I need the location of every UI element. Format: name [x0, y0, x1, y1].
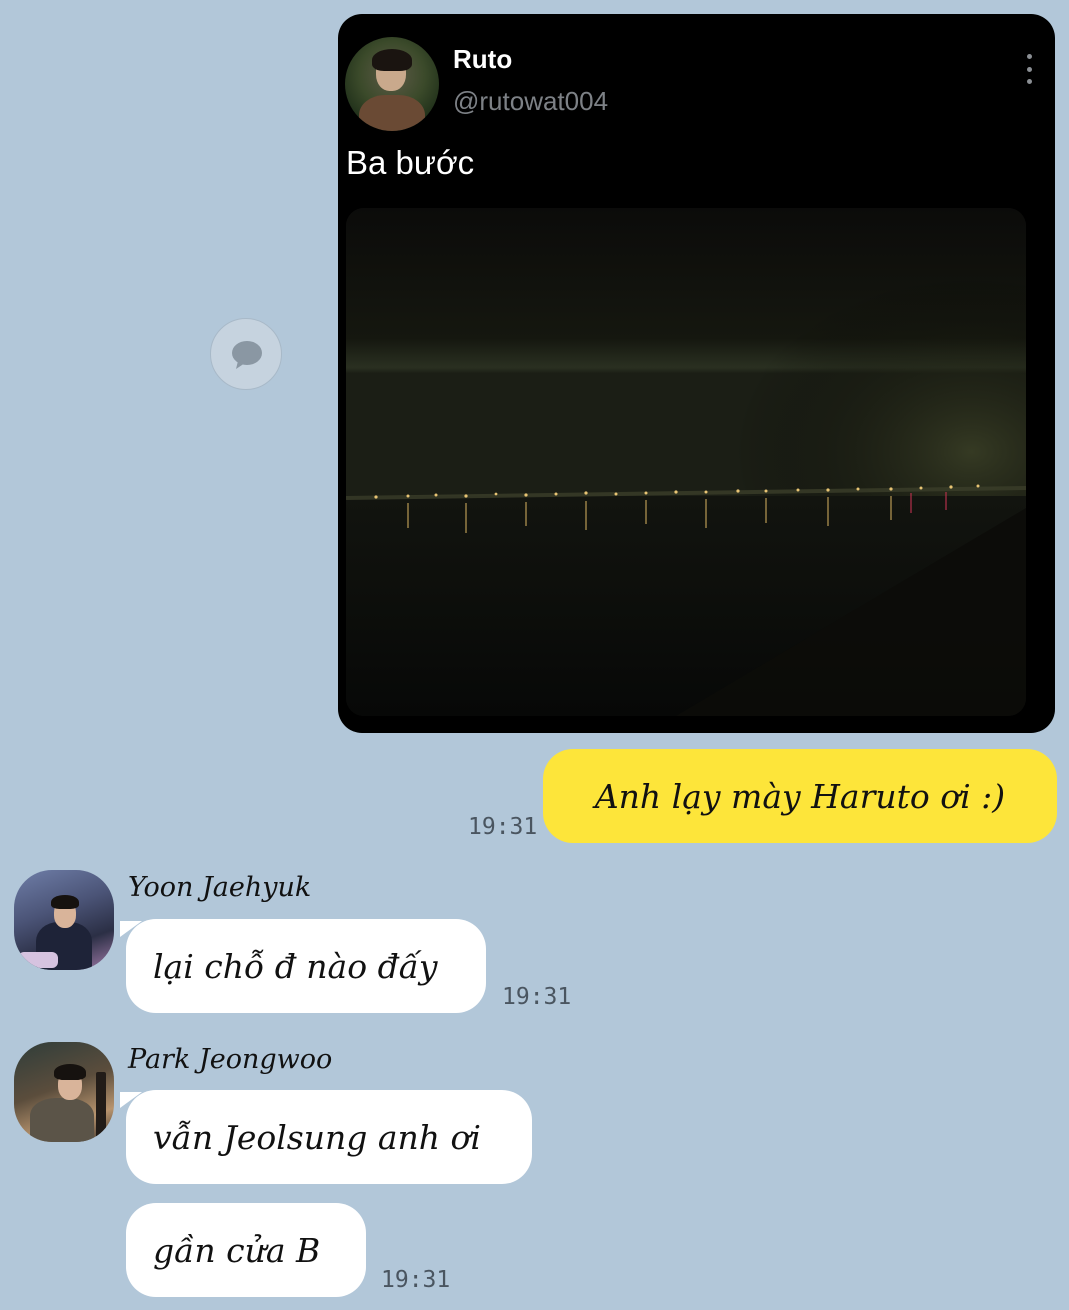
- sender-name: Yoon Jaehyuk: [128, 872, 312, 903]
- avatar[interactable]: [14, 1042, 114, 1142]
- more-vertical-icon[interactable]: [1021, 54, 1037, 84]
- message-time: 19:31: [468, 814, 538, 840]
- share-button[interactable]: [210, 318, 282, 390]
- speech-bubble-icon: [232, 341, 262, 369]
- tweet-author-handle[interactable]: @rutowat004: [453, 86, 608, 117]
- outgoing-message-bubble[interactable]: Anh lạy mày Haruto ơi :): [543, 749, 1057, 843]
- tweet-author-avatar[interactable]: [345, 37, 439, 131]
- bubble-tail: [120, 1092, 142, 1108]
- message-time: 19:31: [381, 1267, 451, 1293]
- message-text: vẫn Jeolsung anh ơi: [153, 1117, 481, 1157]
- message-time: 19:31: [502, 984, 572, 1010]
- sender-name: Park Jeongwoo: [128, 1044, 333, 1075]
- message-text: gần cửa B: [153, 1230, 321, 1270]
- tweet-author-name[interactable]: Ruto: [453, 44, 512, 75]
- avatar[interactable]: [14, 870, 114, 970]
- night-river-scene: [346, 208, 1026, 716]
- incoming-message-bubble[interactable]: gần cửa B: [126, 1203, 366, 1297]
- incoming-message-bubble[interactable]: lại chỗ đ nào đấy: [126, 919, 486, 1013]
- message-text: Anh lạy mày Haruto ơi :): [594, 776, 1006, 816]
- bubble-tail: [120, 921, 142, 937]
- incoming-message-bubble[interactable]: vẫn Jeolsung anh ơi: [126, 1090, 532, 1184]
- shared-tweet-card[interactable]: Ruto @rutowat004 Ba bước: [338, 14, 1055, 733]
- message-text: lại chỗ đ nào đấy: [153, 946, 438, 986]
- tweet-text: Ba bước: [346, 144, 475, 181]
- tweet-photo[interactable]: [346, 208, 1026, 716]
